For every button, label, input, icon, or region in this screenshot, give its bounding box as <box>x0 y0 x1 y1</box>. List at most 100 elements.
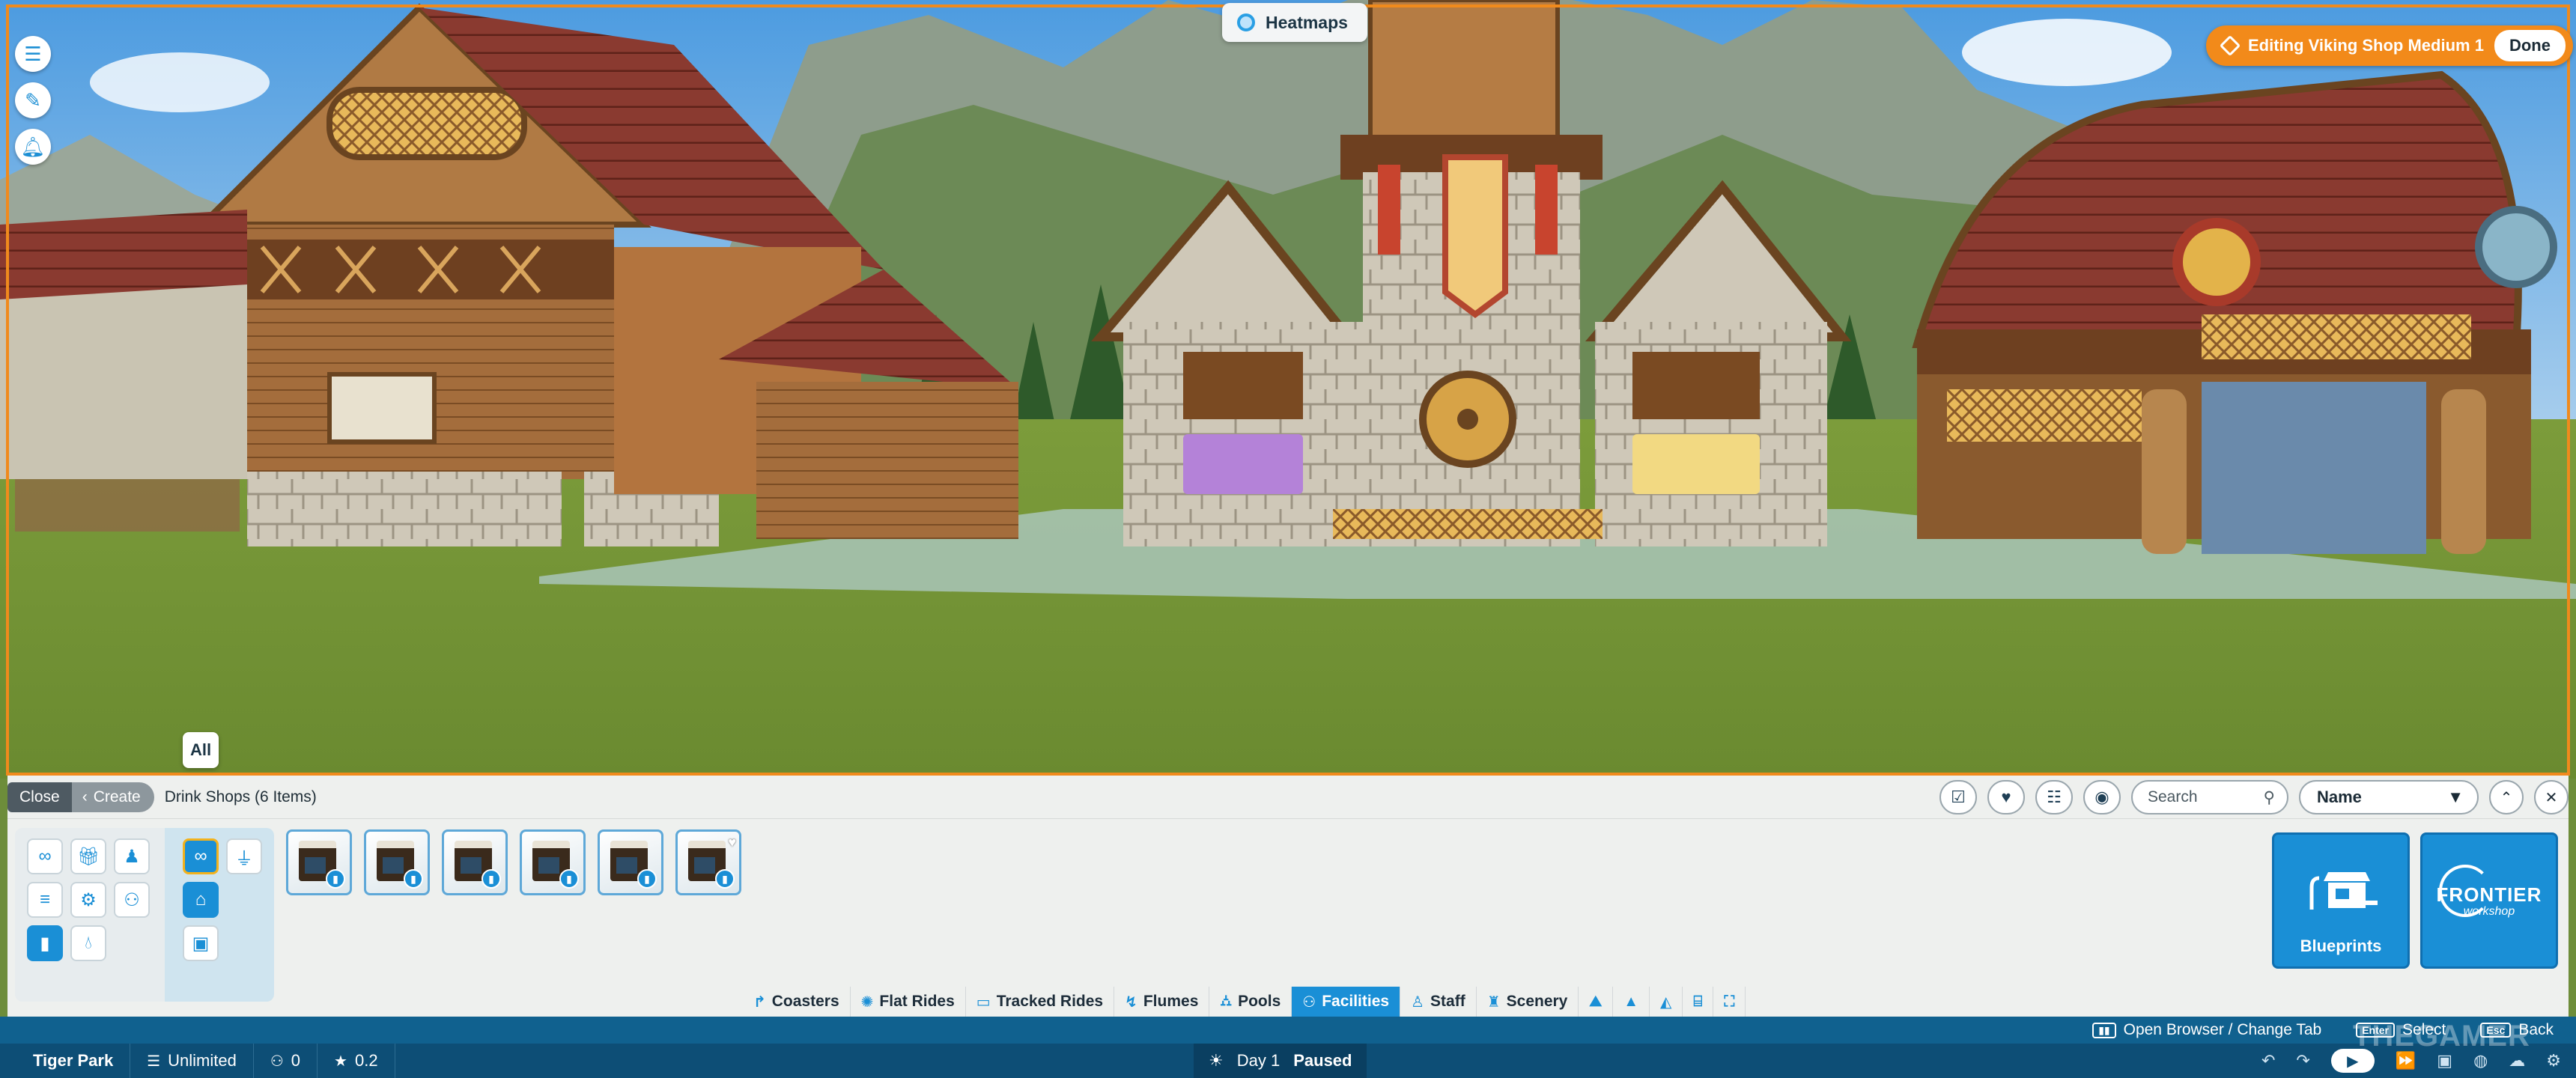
drink-shop-item-2[interactable]: ▮ <box>364 829 430 895</box>
tab-paths[interactable]: ⌸ <box>1683 987 1714 1017</box>
heart-icon: ♥ <box>2001 788 2011 806</box>
subcategory-shops[interactable]: ⌂ <box>183 882 219 918</box>
rating-button[interactable]: ★ 0.2 <box>318 1044 395 1078</box>
park-viewport[interactable] <box>0 0 2576 779</box>
finances-button[interactable]: ☰ Unlimited <box>130 1044 254 1078</box>
tab-pools[interactable]: ⛼ Pools <box>1209 987 1292 1017</box>
category-drink-shops[interactable]: ▮ <box>27 925 63 961</box>
guests-button[interactable]: ⚇ 0 <box>254 1044 318 1078</box>
sort-dropdown[interactable]: Name ▼ <box>2299 780 2479 814</box>
redo-icon[interactable]: ↷ <box>2296 1051 2309 1071</box>
build-tools-icon: ✎ <box>25 89 41 112</box>
subcategory-stands[interactable]: ⏚ <box>226 838 262 874</box>
tab-flumes-label: Flumes <box>1143 993 1199 1010</box>
category-utilities[interactable]: ⚙ <box>70 882 106 918</box>
shop-icon: ⌂ <box>195 889 207 910</box>
tab-terrain[interactable]: ⛰ <box>1579 987 1614 1017</box>
frontier-workshop-button[interactable]: FRONTIER workshop <box>2420 832 2558 969</box>
weather-icon[interactable]: ☁ <box>2509 1051 2525 1071</box>
category-grid: ∞ 🎁︎ ♟ ≡ ⚙ ⚇ ▮ 💧︎ <box>15 828 165 1002</box>
infinity-icon: ∞ <box>194 846 207 866</box>
globe-icon[interactable]: ◍ <box>2473 1051 2488 1071</box>
tab-facilities[interactable]: ⚇ Facilities <box>1292 987 1401 1017</box>
favourites-button[interactable]: ♥ <box>1987 780 2025 814</box>
close-icon: ✕ <box>2545 789 2558 806</box>
subcategory-all[interactable]: ∞ <box>183 838 219 874</box>
tab-staff[interactable]: ♙ Staff <box>1400 987 1477 1017</box>
day-value: Day 1 <box>1236 1051 1281 1070</box>
sort-value: Name <box>2317 788 2362 806</box>
collapse-button[interactable]: ⌃ <box>2489 780 2524 814</box>
tab-landscape[interactable]: ◭ <box>1650 987 1683 1017</box>
flume-icon: ↯ <box>1125 993 1137 1011</box>
money-value: Unlimited <box>168 1051 237 1070</box>
drink-badge-icon: ▮ <box>715 869 735 889</box>
coaster-icon: ↱ <box>753 993 766 1011</box>
tab-fullscreen[interactable]: ⛶ <box>1713 987 1746 1017</box>
paint-icon: ▲ <box>1623 993 1638 1010</box>
drink-shop-item-4[interactable]: ▮ <box>520 829 586 895</box>
subcategory-vending[interactable]: ▣ <box>183 925 219 961</box>
settings-icon[interactable]: ⚙ <box>2546 1051 2561 1071</box>
tracked-ride-icon: ▭ <box>976 993 991 1011</box>
chevron-down-icon: ▼ <box>2447 788 2464 806</box>
filter-owned-button[interactable]: ☑ <box>1939 780 1977 814</box>
guests-icon: ⚇ <box>270 1053 284 1070</box>
water-icon: 💧︎ <box>85 933 92 953</box>
category-guest-services[interactable]: ♟ <box>114 838 150 874</box>
drink-shop-item-3[interactable]: ▮ <box>442 829 508 895</box>
eye-icon: ◉ <box>2094 788 2109 806</box>
drink-badge-icon: ▮ <box>559 869 579 889</box>
drink-badge-icon: ▮ <box>404 869 423 889</box>
cup-icon: ▮ <box>40 933 50 954</box>
category-food-shops[interactable]: ≡ <box>27 882 63 918</box>
tab-tracked-rides[interactable]: ▭ Tracked Rides <box>966 987 1115 1017</box>
drink-shop-item-1[interactable]: ▮ <box>286 829 352 895</box>
notifications-button[interactable]: 🔔︎ <box>15 129 51 165</box>
camera-icon[interactable]: ▣ <box>2437 1051 2452 1071</box>
all-filter-tag[interactable]: All <box>183 732 219 768</box>
category-all[interactable]: ∞ <box>27 838 63 874</box>
theme-filter-button[interactable]: ◉ <box>2083 780 2121 814</box>
tab-paint[interactable]: ▲ <box>1613 987 1650 1017</box>
category-gift-shops[interactable]: 🎁︎ <box>70 838 106 874</box>
create-back-button[interactable]: ‹ Create <box>71 782 154 812</box>
tab-facilities-label: Facilities <box>1322 993 1390 1010</box>
guest-icon: ♟ <box>124 846 140 867</box>
browser-key-icon: ▮▮ <box>2092 1022 2116 1038</box>
tab-flat-rides-label: Flat Rides <box>879 993 955 1010</box>
favourite-heart-icon: ♥ <box>728 835 736 850</box>
drink-badge-icon: ▮ <box>326 869 345 889</box>
close-browser-button[interactable]: ✕ <box>2534 780 2569 814</box>
park-name: Tiger Park <box>33 1051 114 1070</box>
heatmaps-button[interactable]: Heatmaps <box>1222 3 1367 42</box>
blueprints-button[interactable]: Blueprints <box>2272 832 2410 969</box>
tab-flumes[interactable]: ↯ Flumes <box>1114 987 1210 1017</box>
browser-toolbar: ☑ ♥ ☷ ◉ Search ⚲ Name ▼ ⌃ ✕ <box>1939 780 2569 814</box>
tab-coasters[interactable]: ↱ Coasters <box>743 987 851 1017</box>
tab-coasters-label: Coasters <box>771 993 839 1010</box>
close-button[interactable]: Close <box>7 782 72 812</box>
search-icon: ⚲ <box>2263 788 2275 806</box>
tab-flat-rides[interactable]: ✺ Flat Rides <box>851 987 966 1017</box>
blueprints-label: Blueprints <box>2300 937 2382 955</box>
heatmaps-label: Heatmaps <box>1266 12 1348 32</box>
search-input[interactable]: Search ⚲ <box>2131 780 2288 814</box>
category-staff-rooms[interactable]: ⚇ <box>114 882 150 918</box>
build-tools-button[interactable]: ✎ <box>15 82 51 118</box>
done-button[interactable]: Done <box>2494 30 2566 61</box>
drink-shop-item-6[interactable]: ▮ ♥ <box>675 829 741 895</box>
category-amenities[interactable]: 💧︎ <box>70 925 106 961</box>
undo-icon[interactable]: ↶ <box>2261 1051 2275 1071</box>
utilities-icon: ⚙ <box>80 889 97 910</box>
drink-shop-item-5[interactable]: ▮ <box>598 829 663 895</box>
fast-forward-icon[interactable]: ⏩ <box>2396 1051 2416 1071</box>
tab-scenery[interactable]: ♜ Scenery <box>1477 987 1579 1017</box>
tab-pools-label: Pools <box>1238 993 1281 1010</box>
park-name-button[interactable]: Tiger Park <box>0 1044 131 1078</box>
controller-hints: ▮▮ Open Browser / Change Tab Enter Selec… <box>0 1017 2576 1044</box>
vending-icon: ▣ <box>192 933 210 954</box>
notes-button[interactable]: ☰ <box>15 36 51 72</box>
filters-button[interactable]: ☷ <box>2035 780 2073 814</box>
staff-icon: ♙ <box>1411 993 1425 1011</box>
